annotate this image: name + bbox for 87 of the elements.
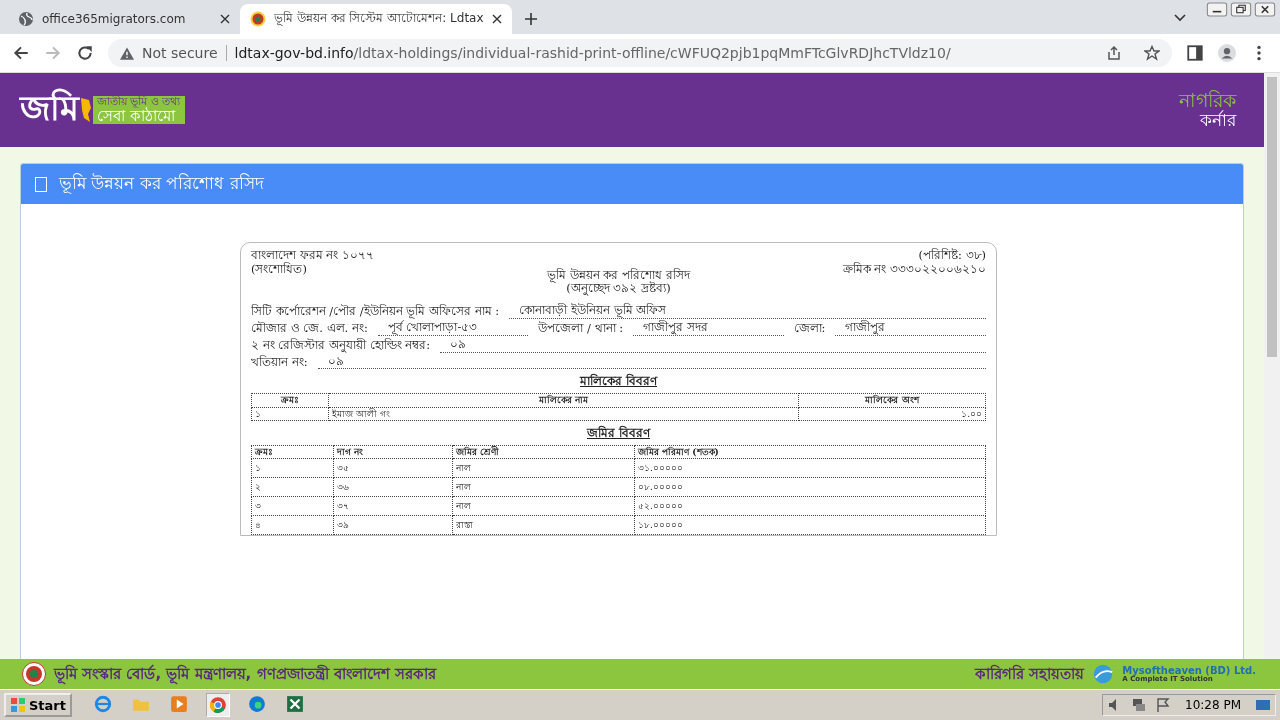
tab-search-icon[interactable] [1174,14,1186,22]
close-icon[interactable] [1254,2,1276,17]
excel-icon[interactable] [284,693,306,715]
close-icon[interactable] [220,14,230,24]
scrollbar-thumb[interactable] [1267,77,1277,357]
column-header: জমির পরিমাণ (শতক) [634,445,986,459]
table-cell: ৫২.০০০০০ [634,496,986,516]
table-cell: ৩৫ [333,458,453,478]
serial-number: ক্রমিক নং ৩৩৩০২২০০৬২১০ [842,262,986,277]
amended-note: (সংশোধিত) [251,262,308,277]
appendix-note: (পরিশিষ্ট: ৩৮) [918,249,986,263]
logo-tagline: সেবা কাঠামো [97,107,177,125]
table-cell: রাস্তা [452,515,635,535]
column-header: মালিকের নাম [328,393,799,407]
tab-title: ভূমি উন্নয়ন কর সিস্টেম আটোমেশন: Ldtax [274,10,484,28]
table-cell: নাল [452,458,635,478]
address-bar[interactable]: Not secure ldtax-gov-bd.info/ldtax-holdings/individual-rashid-print-offline/cWFUQ2pjb1pqMmFTcGlvRDJhcTVldz10/ [108,39,1172,67]
field-label: উপজেলা / থানা : [538,322,624,336]
share-icon[interactable] [1106,45,1122,61]
field-value: পূর্ব খোলাপাড়া-৫৩ [377,321,529,336]
field-value: ০৯ [440,337,986,353]
tab-title: office365migrators.com [42,12,187,26]
field-label: খতিয়ান নং: [251,355,308,370]
field-value: কোনাবাড়ী ইউনিয়ন ভূমি অফিস [509,304,986,319]
table-cell: ৩৬ [333,477,453,497]
table-cell: ০৮.০০০০০ [634,477,986,497]
form-number: বাংলাদেশ ফরম নং ১০৭৭ [251,249,374,262]
flag-icon[interactable] [1155,697,1171,713]
logo-word: জমি [20,86,79,130]
emblem-icon [22,662,46,686]
field-value: গাজীপুর [835,321,986,336]
table-cell: ১.০০ [798,407,986,421]
column-header: মালিকের অংশ [798,393,986,407]
browser-tab[interactable]: office365migrators.com [8,4,240,34]
panel-title: ভূমি উন্নয়ন কর পরিশোধ রসিদ [59,172,264,196]
star-icon[interactable] [1144,45,1160,61]
map-icon [79,96,93,124]
field-label: সিটি কর্পোরেশন /পৌর /ইউনিয়ন ভূমি অফিসের নাম : [251,305,500,319]
new-tab-icon[interactable] [523,12,538,26]
media-player-icon[interactable] [168,693,190,715]
start-button[interactable]: Start [4,693,72,717]
sidebar-icon[interactable] [1186,44,1204,62]
column-header: দাগ নং [333,445,453,459]
edge-icon[interactable] [246,693,268,715]
footer-text: ভূমি সংস্কার বোর্ড, ভূমি মন্ত্রণালয়, গণপ্রজাতন্ত্রী বাংলাদেশ সরকার [54,663,436,687]
company-logo-icon [1092,663,1115,685]
windows-logo-icon [10,697,26,713]
table-cell: ৩৯ [333,515,453,535]
table-cell: ১ [251,458,334,478]
emblem-icon [250,11,266,27]
field-label: ২ নং রেজিস্টার অনুযায়ী হোল্ডিং নম্বর: [251,338,431,353]
network-icon[interactable] [1131,697,1147,713]
back-icon[interactable] [12,44,30,62]
field-value: ০৯ [317,354,986,370]
column-header: জমির শ্রেণী [452,445,635,459]
restore-icon[interactable] [1230,2,1252,17]
checkbox-icon [35,176,47,192]
field-value: গাজীপুর সদর [633,321,784,336]
section-heading: মালিকের বিবরণ [580,374,657,389]
warning-icon [120,46,134,60]
table-cell: ২ [251,477,334,497]
table-cell: নাল [452,496,635,516]
show-desktop-icon[interactable] [1255,697,1271,713]
table-cell: ১৮.০০০০০ [634,515,986,535]
table-cell: ৪ [251,515,334,535]
field-label: মৌজার ও জে. এল. নং: [251,322,368,336]
chrome-icon[interactable] [206,693,230,717]
minimize-icon[interactable] [1206,2,1228,17]
close-icon[interactable] [491,14,502,24]
column-header: ক্রমঃ [251,393,329,407]
column-header: ক্রমঃ [251,445,334,459]
table-cell: ৩৭ [333,496,453,516]
table-cell: ৩১.০০০০০ [634,458,986,478]
company-name: Mysoftheaven (BD) Ltd. [1122,664,1256,676]
receipt-subtitle: (অনুচ্ছেদ ৩৯২ দ্রষ্টব্য) [566,282,671,297]
globe-icon [18,11,34,27]
browser-tab[interactable]: ভূমি উন্নয়ন কর সিস্টেম আটোমেশন: Ldtax [240,4,512,34]
support-label: কারিগরি সহায়তায় [975,663,1085,685]
section-heading: জমির বিবরণ [587,425,650,440]
table-cell: ৩ [251,496,334,516]
corner-title: কর্নার [1200,111,1236,130]
table-cell: ১ [251,407,329,421]
field-label: জেলা: [793,322,826,336]
profile-icon[interactable] [1218,44,1236,62]
reload-icon[interactable] [76,44,94,62]
table-cell: নাল [452,477,635,497]
table-cell: ইমাজ আলী গং [328,407,799,421]
